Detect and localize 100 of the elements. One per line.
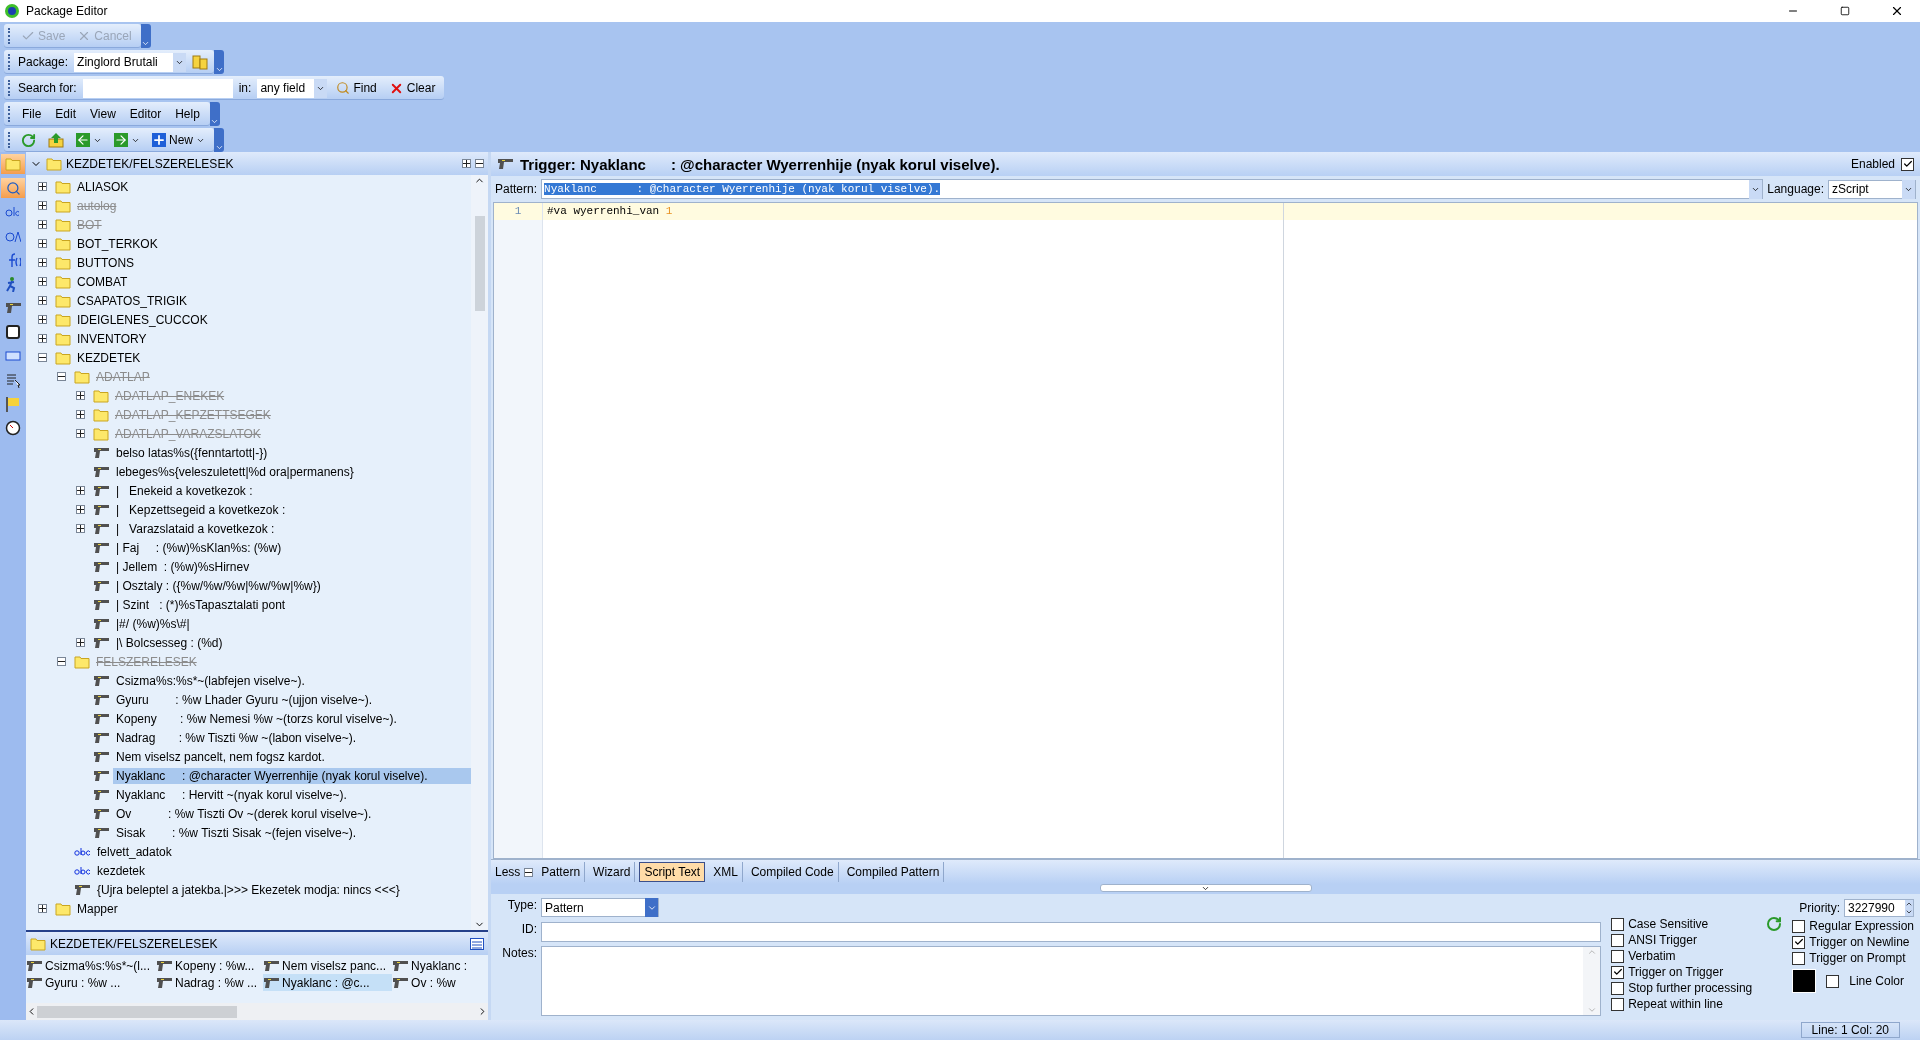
checkbox[interactable] — [1611, 917, 1625, 931]
checkbox[interactable] — [1611, 981, 1625, 995]
menu-item[interactable]: View — [86, 107, 120, 121]
folder-icon — [55, 198, 71, 213]
toolbar-options-icon[interactable] — [214, 50, 225, 74]
field-dropdown[interactable]: any field — [257, 78, 328, 98]
notes-field[interactable] — [541, 946, 1602, 1016]
view-mode-icon[interactable] — [470, 937, 484, 950]
toolbar-options-icon[interactable] — [140, 24, 151, 48]
expander-icon[interactable] — [38, 182, 47, 191]
list-item[interactable]: Ov : %w — [392, 974, 474, 991]
splitter-handle[interactable] — [1099, 884, 1312, 892]
find-button[interactable]: Find — [333, 81, 380, 95]
tree-item[interactable]: KEZDETEK — [74, 349, 471, 366]
folder-icon — [55, 255, 71, 270]
checkbox[interactable] — [1611, 997, 1625, 1011]
checkbox[interactable] — [1792, 919, 1806, 933]
package-label: Package: — [18, 55, 69, 69]
list-item[interactable]: Nyaklanc : @c... — [263, 974, 393, 991]
tab[interactable]: Compiled Pattern — [842, 862, 945, 882]
search-label: Search for: — [18, 81, 77, 95]
tree-item[interactable]: Mapper — [74, 900, 471, 917]
expander-icon[interactable] — [38, 239, 47, 248]
list-item[interactable]: Nem viselsz panc... — [263, 957, 393, 974]
checkbox[interactable] — [1901, 157, 1914, 171]
type-dropdown[interactable]: Pattern — [541, 898, 659, 917]
tree-item[interactable]: {Ujra beleptel a jatekba.|>>> Ekezetek modja: nincs <<<} — [94, 881, 471, 898]
pistol-icon — [93, 731, 110, 744]
checkbox[interactable] — [1611, 933, 1625, 947]
list-item[interactable]: Csizma%s:%s*~(l... — [26, 957, 157, 974]
tree-item[interactable]: CSAPATOS_TRIGIK — [74, 292, 471, 309]
pistol-icon — [93, 788, 110, 801]
code-editor[interactable]: 1 #va wyerrenhi_van 1 — [493, 202, 1918, 859]
checkbox[interactable] — [1611, 965, 1625, 979]
language-dropdown[interactable]: zScript — [1828, 179, 1916, 199]
expander-icon[interactable] — [38, 258, 47, 267]
checkbox[interactable] — [1826, 974, 1840, 988]
pistol-icon — [392, 976, 410, 989]
expander-icon[interactable] — [38, 334, 47, 343]
package-dropdown[interactable]: Zinglord Brutali — [74, 52, 187, 72]
tree-item[interactable]: INVENTORY — [74, 330, 471, 347]
checkbox[interactable] — [1611, 949, 1625, 963]
priority-field[interactable]: 3227990 — [1844, 899, 1914, 917]
expander-icon[interactable] — [38, 904, 47, 913]
scrollbar[interactable] — [26, 1003, 488, 1020]
id-field[interactable] — [541, 922, 1602, 942]
caret-icon — [141, 39, 151, 48]
scrollbar-thumb[interactable] — [37, 1005, 237, 1018]
list-item[interactable]: Nyaklanc : — [392, 957, 474, 974]
tree-item[interactable]: COMBAT — [74, 273, 471, 290]
collapse-all-icon[interactable] — [475, 159, 484, 168]
clear-button[interactable]: Clear — [385, 80, 439, 96]
folder-icon — [93, 407, 109, 422]
checkbox[interactable] — [1792, 951, 1806, 965]
scrollbar-thumb[interactable] — [474, 216, 485, 311]
line-number: 1 — [494, 203, 542, 220]
tab[interactable]: Wizard — [589, 862, 636, 882]
refresh-icon[interactable] — [1766, 916, 1783, 932]
list-item[interactable]: Kopeny : %w... — [156, 957, 264, 974]
menu-item[interactable]: Help — [171, 107, 204, 121]
window-title: Package Editor — [26, 4, 109, 18]
expander-icon[interactable] — [38, 277, 47, 286]
expand-all-icon[interactable] — [462, 159, 471, 168]
color-swatch[interactable] — [1792, 969, 1817, 993]
folder-icon — [93, 426, 109, 441]
option-label: Repeat within line — [1628, 997, 1723, 1011]
toolbar-options-icon[interactable] — [209, 102, 220, 126]
option-label: Verbatim — [1628, 949, 1676, 963]
toolbar-options-icon[interactable] — [214, 128, 224, 152]
collapse-icon[interactable] — [524, 867, 534, 877]
tab[interactable]: Script Text — [639, 862, 706, 882]
tree-item[interactable]: ALIASOK — [74, 178, 471, 195]
pattern-field[interactable]: Nyaklanc : @character Wyerrenhije (nyak korul viselve). — [541, 179, 1764, 199]
list-item[interactable]: Nadrag : %w ... — [156, 974, 264, 991]
tree-path: KEZDETEK/FELSZERELESEK — [66, 156, 235, 171]
tab[interactable]: XML — [709, 862, 743, 882]
checkbox[interactable] — [1792, 935, 1806, 949]
pistol-icon — [93, 712, 110, 725]
upload-button[interactable] — [45, 132, 67, 148]
new-button[interactable]: New — [149, 133, 208, 147]
key-icon — [5, 324, 21, 340]
expander-icon[interactable] — [38, 315, 47, 324]
list-item[interactable]: Gyuru : %w ... — [26, 974, 157, 991]
menu-item[interactable]: Edit — [51, 107, 81, 121]
tab[interactable]: Compiled Code — [746, 862, 839, 882]
pistol-icon — [93, 826, 110, 839]
tree-item[interactable]: IDEIGLENES_CUCCOK — [74, 311, 471, 328]
tree-item[interactable]: BOT_TERKOK — [74, 235, 471, 252]
scrollbar[interactable] — [471, 175, 488, 930]
tree-item[interactable]: felvett_adatok — [94, 843, 471, 860]
tree-item[interactable]: BUTTONS — [74, 254, 471, 271]
menu-item[interactable]: File — [18, 107, 46, 121]
tree-item[interactable]: kezdetek — [94, 862, 471, 879]
expander-icon[interactable] — [38, 296, 47, 305]
search-field[interactable] — [82, 78, 233, 98]
tab[interactable]: Pattern — [537, 862, 586, 882]
search-icon — [336, 81, 351, 95]
menu-item[interactable]: Editor — [125, 107, 166, 121]
expander-icon[interactable] — [38, 353, 47, 362]
pistol-icon — [156, 959, 174, 972]
